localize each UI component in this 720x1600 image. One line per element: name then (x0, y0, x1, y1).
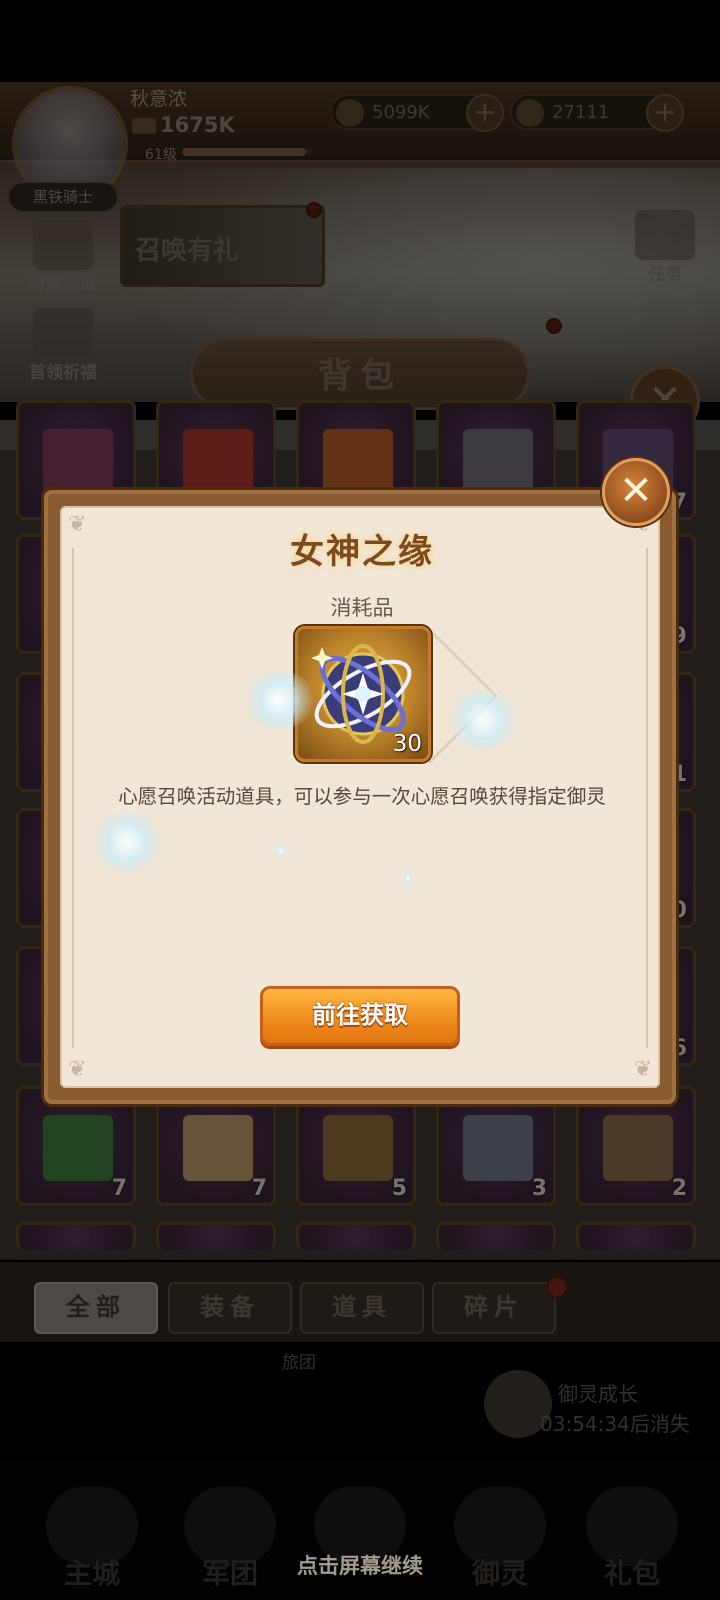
close-icon[interactable]: ✕ (602, 458, 670, 526)
item-slot: 30 (295, 626, 431, 762)
go-obtain-button[interactable]: 前往获取 (260, 986, 460, 1046)
item-category: 消耗品 (330, 596, 394, 620)
sparkle-effect (244, 670, 314, 730)
sparkle-effect (448, 690, 518, 750)
item-count: 30 (392, 731, 422, 757)
sparkle-effect (402, 872, 414, 884)
item-detail-dialog-body: ❦ ❦ ❦ ❦ 女神之缘 消耗品 30 心愿召 (60, 506, 660, 1088)
corner-ornament-icon: ❦ (68, 1057, 87, 1082)
sparkle-effect (92, 812, 162, 872)
item-description: 心愿召唤活动道具，可以参与一次心愿召唤获得指定御灵 (118, 785, 606, 808)
game-screen[interactable]: 秋意浓 1675K 61级 5099K + 27111 + 黑铁骑士 特惠商城 … (0, 0, 720, 1600)
corner-ornament-icon: ❦ (633, 1057, 652, 1082)
tap-to-continue-hint: 点击屏幕继续 (297, 1554, 423, 1578)
item-name: 女神之缘 (290, 532, 434, 572)
sparkle-effect (274, 844, 288, 858)
item-detail-dialog: ❦ ❦ ❦ ❦ 女神之缘 消耗品 30 心愿召 (44, 490, 676, 1104)
